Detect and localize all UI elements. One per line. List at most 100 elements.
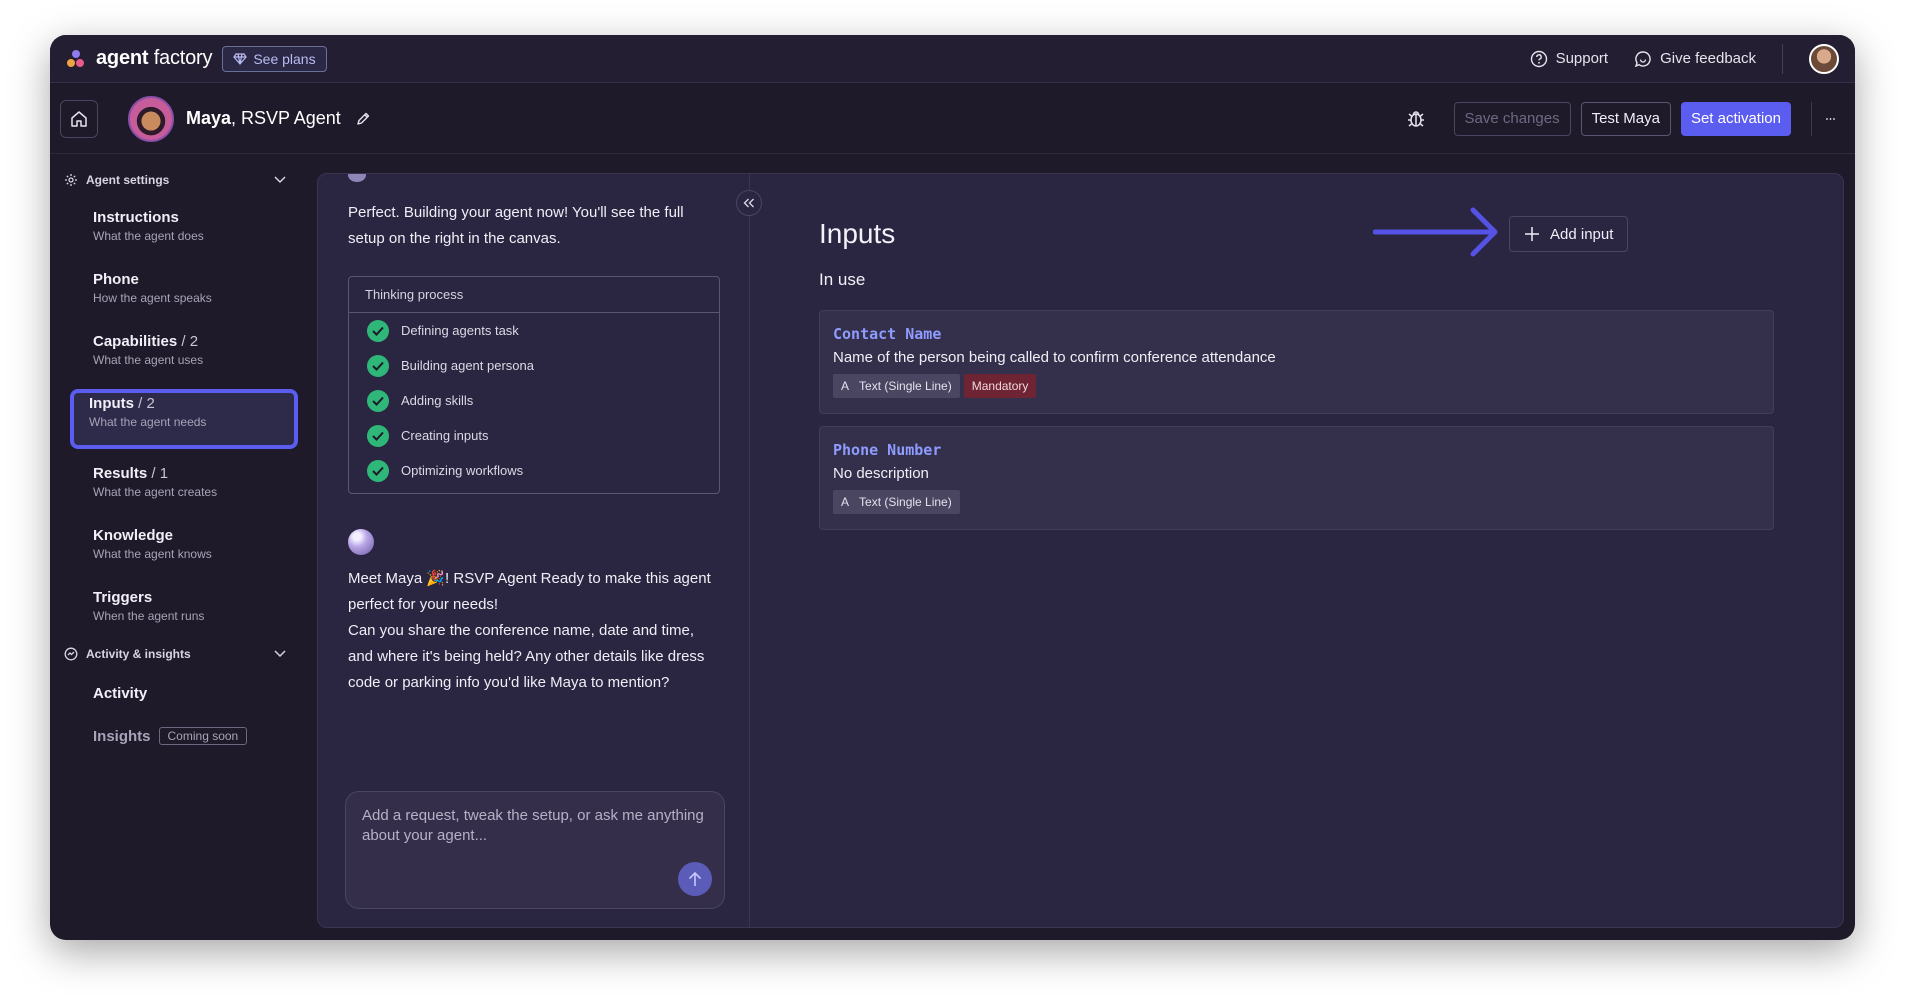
chat-message: Perfect. Building your agent now! You'll… [348,204,684,247]
sidebar-item-activity[interactable]: Activity [74,677,294,709]
activity-insights-section[interactable]: Activity & insights [62,641,308,667]
pencil-icon[interactable] [355,111,371,127]
chevron-down-icon[interactable] [274,176,286,184]
thinking-process-panel: Thinking process Defining agents task Bu… [348,276,720,494]
step-label: Adding skills [401,393,474,408]
nav-title: Instructions [93,209,179,226]
diamond-icon [233,52,248,65]
arrow-right-icon [1373,207,1498,257]
section-label: Activity & insights [86,647,191,661]
nav-title: Phone [93,271,139,288]
collapse-chat-button[interactable] [736,190,762,216]
agent-header: Maya, RSVP Agent Save changes Test Maya … [50,84,1855,154]
input-type-tag: A Text (Single Line) [833,490,960,514]
send-button[interactable] [678,862,712,896]
input-type-tag: A Text (Single Line) [833,374,960,398]
input-description: Name of the person being called to confi… [833,349,1276,366]
support-label: Support [1555,50,1609,67]
gear-icon [65,174,77,186]
nav-count: / 1 [147,465,169,482]
see-plans-label: See plans [253,50,316,67]
debug-bug-icon[interactable] [1406,109,1426,129]
nav-subtitle: What the agent knows [93,547,212,561]
home-button[interactable] [60,99,98,138]
nav-title: Capabilities [93,333,178,350]
chevron-down-icon[interactable] [274,650,286,658]
bot-avatar-icon [348,174,366,182]
thinking-process-title: Thinking process [349,277,719,313]
sidebar: Agent settings Instructions What the age… [50,155,308,940]
test-agent-button[interactable]: Test Maya [1580,101,1671,136]
top-bar: agent factory See plans Support Give fee… [50,35,1855,83]
nav-count: / 2 [177,333,199,350]
input-card[interactable]: Contact Name Name of the person being ca… [819,310,1774,414]
sidebar-item-triggers[interactable]: Triggers When the agent runs [74,583,294,635]
step-label: Optimizing workflows [401,463,524,478]
chat-input-placeholder: Add a request, tweak the setup, or ask m… [362,807,704,844]
bot-avatar-icon [348,529,374,555]
nav-title: Results [93,465,148,482]
home-icon [71,110,87,127]
nav-subtitle: What the agent needs [89,415,207,429]
sidebar-item-inputs[interactable]: Inputs / 2 What the agent needs [70,389,298,449]
sidebar-item-results[interactable]: Results / 1 What the agent creates [74,459,294,511]
input-name: Phone Number [833,441,942,459]
text-type-icon: A [841,495,850,509]
add-input-label: Add input [1550,225,1614,243]
sidebar-item-capabilities[interactable]: Capabilities / 2 What the agent uses [74,327,294,379]
add-input-button[interactable]: Add input [1509,216,1629,252]
more-options-button[interactable] [1811,101,1845,136]
save-changes-button[interactable]: Save changes [1453,101,1571,136]
check-circle-icon [367,459,389,482]
nav-title: Triggers [93,589,153,606]
section-label: Agent settings [86,173,170,187]
user-avatar[interactable] [1809,43,1839,74]
support-link[interactable]: Support [1530,50,1609,68]
see-plans-button[interactable]: See plans [222,45,327,72]
agent-settings-section[interactable]: Agent settings [62,167,308,193]
input-card[interactable]: Phone Number No description A Text (Sing… [819,426,1774,530]
check-circle-icon [367,319,389,342]
nav-subtitle: How the agent speaks [93,291,212,305]
chat-message-line: Meet Maya 🎉! RSVP Agent Ready to make th… [348,570,711,613]
main-panel: Perfect. Building your agent now! You'll… [317,173,1844,928]
inputs-canvas: Inputs Add input In use Contact Name Nam… [751,174,1843,927]
mandatory-badge: Mandatory [963,374,1037,398]
nav-title: Insights [93,727,151,745]
step-label: Building agent persona [401,358,534,373]
activity-clock-icon [64,647,78,661]
more-horizontal-icon [1826,117,1835,120]
agent-avatar [128,95,174,142]
chat-message-line: Can you share the conference name, date … [348,622,705,691]
nav-title: Knowledge [93,527,174,544]
in-use-heading: In use [819,270,866,289]
step-label: Defining agents task [401,323,519,338]
nav-title: Activity [93,685,148,702]
step-label: Creating inputs [401,428,489,443]
nav-subtitle: What the agent creates [93,485,218,499]
coming-soon-badge: Coming soon [158,727,248,745]
sidebar-item-instructions[interactable]: Instructions What the agent does [74,203,294,255]
input-description: No description [833,465,929,482]
check-circle-icon [367,389,389,412]
page-title: Inputs [819,218,896,249]
nav-subtitle: When the agent runs [93,609,205,623]
thinking-step: Defining agents task [349,313,719,348]
sidebar-item-insights: Insights Coming soon [74,719,294,751]
brand-name[interactable]: agent factory [96,47,213,70]
set-activation-button[interactable]: Set activation [1680,101,1791,136]
input-name: Contact Name [833,325,942,343]
sidebar-item-knowledge[interactable]: Knowledge What the agent knows [74,521,294,573]
chat-input[interactable]: Add a request, tweak the setup, or ask m… [345,791,725,909]
feedback-bubble-icon [1634,50,1651,67]
thinking-step: Adding skills [349,383,719,418]
input-type-label: Text (Single Line) [859,495,952,509]
chevrons-left-icon [743,198,754,208]
nav-subtitle: What the agent uses [93,353,204,367]
chat-pane: Perfect. Building your agent now! You'll… [318,174,750,927]
input-type-label: Text (Single Line) [859,379,952,393]
thinking-step: Creating inputs [349,418,719,453]
sidebar-item-phone[interactable]: Phone How the agent speaks [74,265,294,317]
give-feedback-link[interactable]: Give feedback [1634,50,1756,68]
nav-title: Inputs [89,395,134,412]
